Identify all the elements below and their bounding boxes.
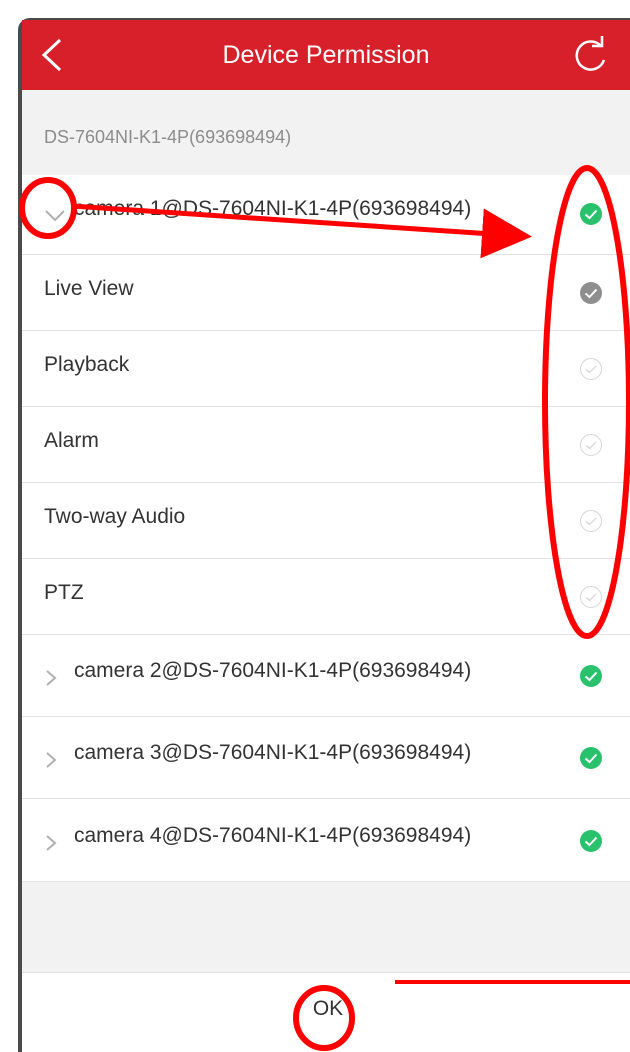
permission-row-playback[interactable]: Playback	[22, 331, 630, 407]
camera-row-1[interactable]: camera 1@DS-7604NI-K1-4P(693698494)	[22, 175, 630, 255]
refresh-icon[interactable]	[568, 34, 612, 78]
check-circle-icon[interactable]	[579, 202, 603, 226]
empty-check-circle-icon[interactable]	[579, 357, 603, 381]
check-circle-icon[interactable]	[579, 281, 603, 305]
camera-3-label: camera 3@DS-7604NI-K1-4P(693698494)	[74, 741, 472, 764]
camera-4-label: camera 4@DS-7604NI-K1-4P(693698494)	[74, 824, 472, 847]
permission-label: Two-way Audio	[44, 505, 186, 528]
permission-row-two-way-audio[interactable]: Two-way Audio	[22, 483, 630, 559]
app-screen: Device Permission DS-7604NI-K1-4P(693698…	[22, 20, 630, 1052]
empty-check-circle-icon[interactable]	[579, 509, 603, 533]
page-title: Device Permission	[222, 41, 430, 69]
empty-check-circle-icon[interactable]	[579, 433, 603, 457]
header-bar: Device Permission	[22, 20, 630, 90]
camera-row-3[interactable]: camera 3@DS-7604NI-K1-4P(693698494)	[22, 717, 630, 799]
chevron-right-icon[interactable]	[44, 668, 58, 688]
permission-label: PTZ	[44, 581, 84, 604]
chevron-down-icon[interactable]	[44, 209, 66, 223]
screenshot-frame: Device Permission DS-7604NI-K1-4P(693698…	[0, 0, 630, 1052]
footer-bar: OK	[22, 972, 630, 1052]
camera-row-2[interactable]: camera 2@DS-7604NI-K1-4P(693698494)	[22, 635, 630, 717]
permission-label: Alarm	[44, 429, 99, 452]
check-circle-icon[interactable]	[579, 829, 603, 853]
divider	[22, 881, 630, 882]
camera-row-4[interactable]: camera 4@DS-7604NI-K1-4P(693698494)	[22, 799, 630, 882]
ok-button[interactable]: OK	[298, 989, 358, 1029]
permission-label: Live View	[44, 277, 134, 300]
check-circle-icon[interactable]	[579, 664, 603, 688]
camera-1-label: camera 1@DS-7604NI-K1-4P(693698494)	[74, 197, 472, 220]
chevron-right-icon[interactable]	[44, 750, 58, 770]
permission-row-ptz[interactable]: PTZ	[22, 559, 630, 635]
chevron-right-icon[interactable]	[44, 833, 58, 853]
permission-row-live-view[interactable]: Live View	[22, 255, 630, 331]
empty-check-circle-icon[interactable]	[579, 585, 603, 609]
device-group-label: DS-7604NI-K1-4P(693698494)	[44, 127, 292, 147]
permission-row-alarm[interactable]: Alarm	[22, 407, 630, 483]
check-circle-icon[interactable]	[579, 746, 603, 770]
permission-label: Playback	[44, 353, 130, 376]
camera-2-label: camera 2@DS-7604NI-K1-4P(693698494)	[74, 659, 472, 682]
